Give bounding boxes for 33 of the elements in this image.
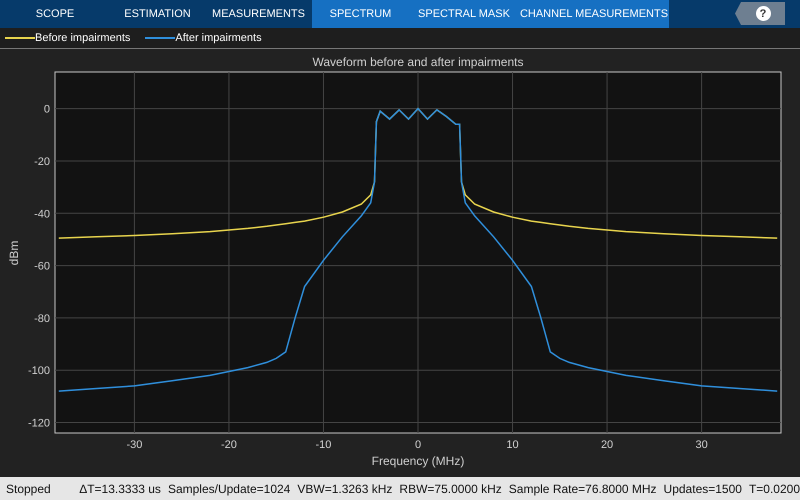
legend-line-icon: [5, 37, 35, 39]
status-reading: T=0.0200: [748, 482, 800, 496]
status-reading: Sample Rate=76.8000 MHz: [508, 482, 657, 496]
toolstrip-tab[interactable]: SPECTRAL MASK: [409, 0, 519, 28]
x-tick-label: -10: [316, 439, 332, 451]
y-tick-label: -60: [34, 260, 50, 273]
x-tick-label: -20: [220, 439, 237, 451]
chart-title: Waveform before and after impairments: [312, 55, 524, 69]
y-tick-label: 0: [44, 104, 50, 116]
y-tick-label: -40: [34, 208, 50, 220]
status-reading: ΔT=13.3333 us: [79, 482, 161, 496]
legend-line-icon: [145, 37, 176, 39]
status-reading: VBW=1.3263 kHz: [297, 482, 392, 496]
x-axis-label: Frequency (MHz): [372, 454, 464, 468]
status-reading: Samples/Update=1024: [168, 482, 290, 496]
help-button[interactable]: ?: [735, 2, 785, 25]
status-reading: RBW=75.0000 kHz: [399, 482, 502, 496]
status-text: Stopped: [6, 482, 52, 496]
toolstrip-tab[interactable]: CHANNEL MEASUREMENTS: [519, 0, 669, 28]
x-tick-label: 10: [506, 439, 519, 451]
status-reading: Updates=1500: [664, 482, 742, 496]
x-tick-label: 0: [414, 439, 422, 451]
y-axis-label: dBm: [7, 240, 21, 266]
x-tick-label: 20: [600, 439, 614, 451]
x-tick-label: 30: [695, 439, 708, 451]
y-tick-label: -120: [28, 418, 50, 430]
y-tick-label: -100: [28, 365, 50, 378]
legend-label[interactable]: After impairments: [175, 32, 262, 44]
y-tick-label: -20: [34, 156, 50, 168]
x-tick-label: -30: [126, 439, 142, 451]
y-tick-label: -80: [34, 312, 50, 325]
toolstrip-tab[interactable]: SPECTRUM: [312, 0, 409, 28]
legend-label[interactable]: Before impairments: [35, 32, 130, 44]
